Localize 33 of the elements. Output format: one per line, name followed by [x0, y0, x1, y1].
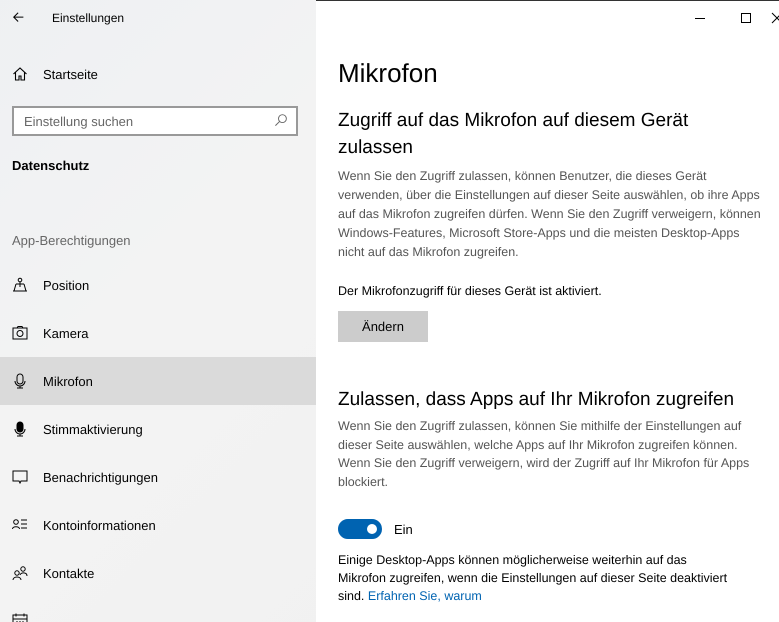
- person-pin-icon: [12, 277, 28, 293]
- section-heading: Zugriff auf das Mikrofon auf diesem Gerät zulassen: [338, 109, 690, 160]
- microphone-icon: [12, 373, 28, 389]
- description-text: Wenn Sie den Zugriff zulassen, können Benutzer, die dieses Gerät verwenden, über die Einstellungen auf dieser Seite auswählen, ob ihre Apps auf das Mikrofon zugreifen dürfen. Wenn Sie den Zugriff verweigern, können Windows-Features, Microsoft Store-Apps und die meisten Desktop-Apps nicht auf das Mikrofon zugreifen.: [338, 168, 762, 261]
- back-icon[interactable]: [12, 11, 26, 25]
- search-field[interactable]: Einstellung suchen: [12, 106, 298, 136]
- home-icon: [12, 66, 28, 82]
- home-link[interactable]: Startseite: [0, 57, 316, 91]
- people-icon: [12, 565, 28, 581]
- group-label: App-Berechtigungen: [12, 233, 132, 248]
- learn-more-link[interactable]: Erfahren Sie, warum: [368, 589, 482, 603]
- sidebar-item[interactable]: Mikrofon: [0, 357, 316, 405]
- sidebar-item[interactable]: Kamera: [0, 309, 316, 357]
- close-icon[interactable]: [769, 11, 779, 25]
- sidebar-item[interactable]: Benachrichtigungen: [0, 453, 316, 501]
- page-title: Mikrofon: [338, 57, 439, 89]
- section-heading: Zulassen, dass Apps auf Ihr Mikrofon zugreifen: [338, 388, 736, 412]
- status-text: Der Mikrofonzugriff für dieses Gerät ist aktiviert.: [338, 283, 603, 300]
- sidebar-item[interactable]: Kontoinformationen: [0, 501, 316, 549]
- speech-bubble-icon: [12, 469, 28, 485]
- search-icon: [274, 113, 289, 128]
- sidebar-item[interactable]: Kontakte: [0, 549, 316, 597]
- microphone-icon: [12, 421, 28, 437]
- section-heading: Datenschutz: [12, 158, 90, 173]
- camera-icon: [12, 325, 28, 341]
- note-text: Einige Desktop-Apps können möglicherweise weiterhin auf das Mikrofon zugreifen, wenn die Einstellungen auf dieser Seite deaktiviert sind. Erfahren Sie, warum: [338, 552, 728, 605]
- change-button[interactable]: Ändern: [338, 311, 428, 342]
- description-text: Wenn Sie den Zugriff zulassen, können Sie mithilfe der Einstellungen auf dieser Seite auswählen, welche Apps auf Ihr Mikrofon zugreifen können. Wenn Sie den Zugriff verweigern, wird der Zugriff auf Ihr Mikrofon für Apps blockiert.: [338, 418, 750, 490]
- sidebar-item[interactable]: Stimmaktivierung: [0, 405, 316, 453]
- toggle-switch[interactable]: [338, 519, 382, 539]
- window-title: Einstellungen: [52, 11, 124, 25]
- sidebar-item[interactable]: Position: [0, 261, 316, 309]
- toggle-label: Ein: [394, 522, 413, 536]
